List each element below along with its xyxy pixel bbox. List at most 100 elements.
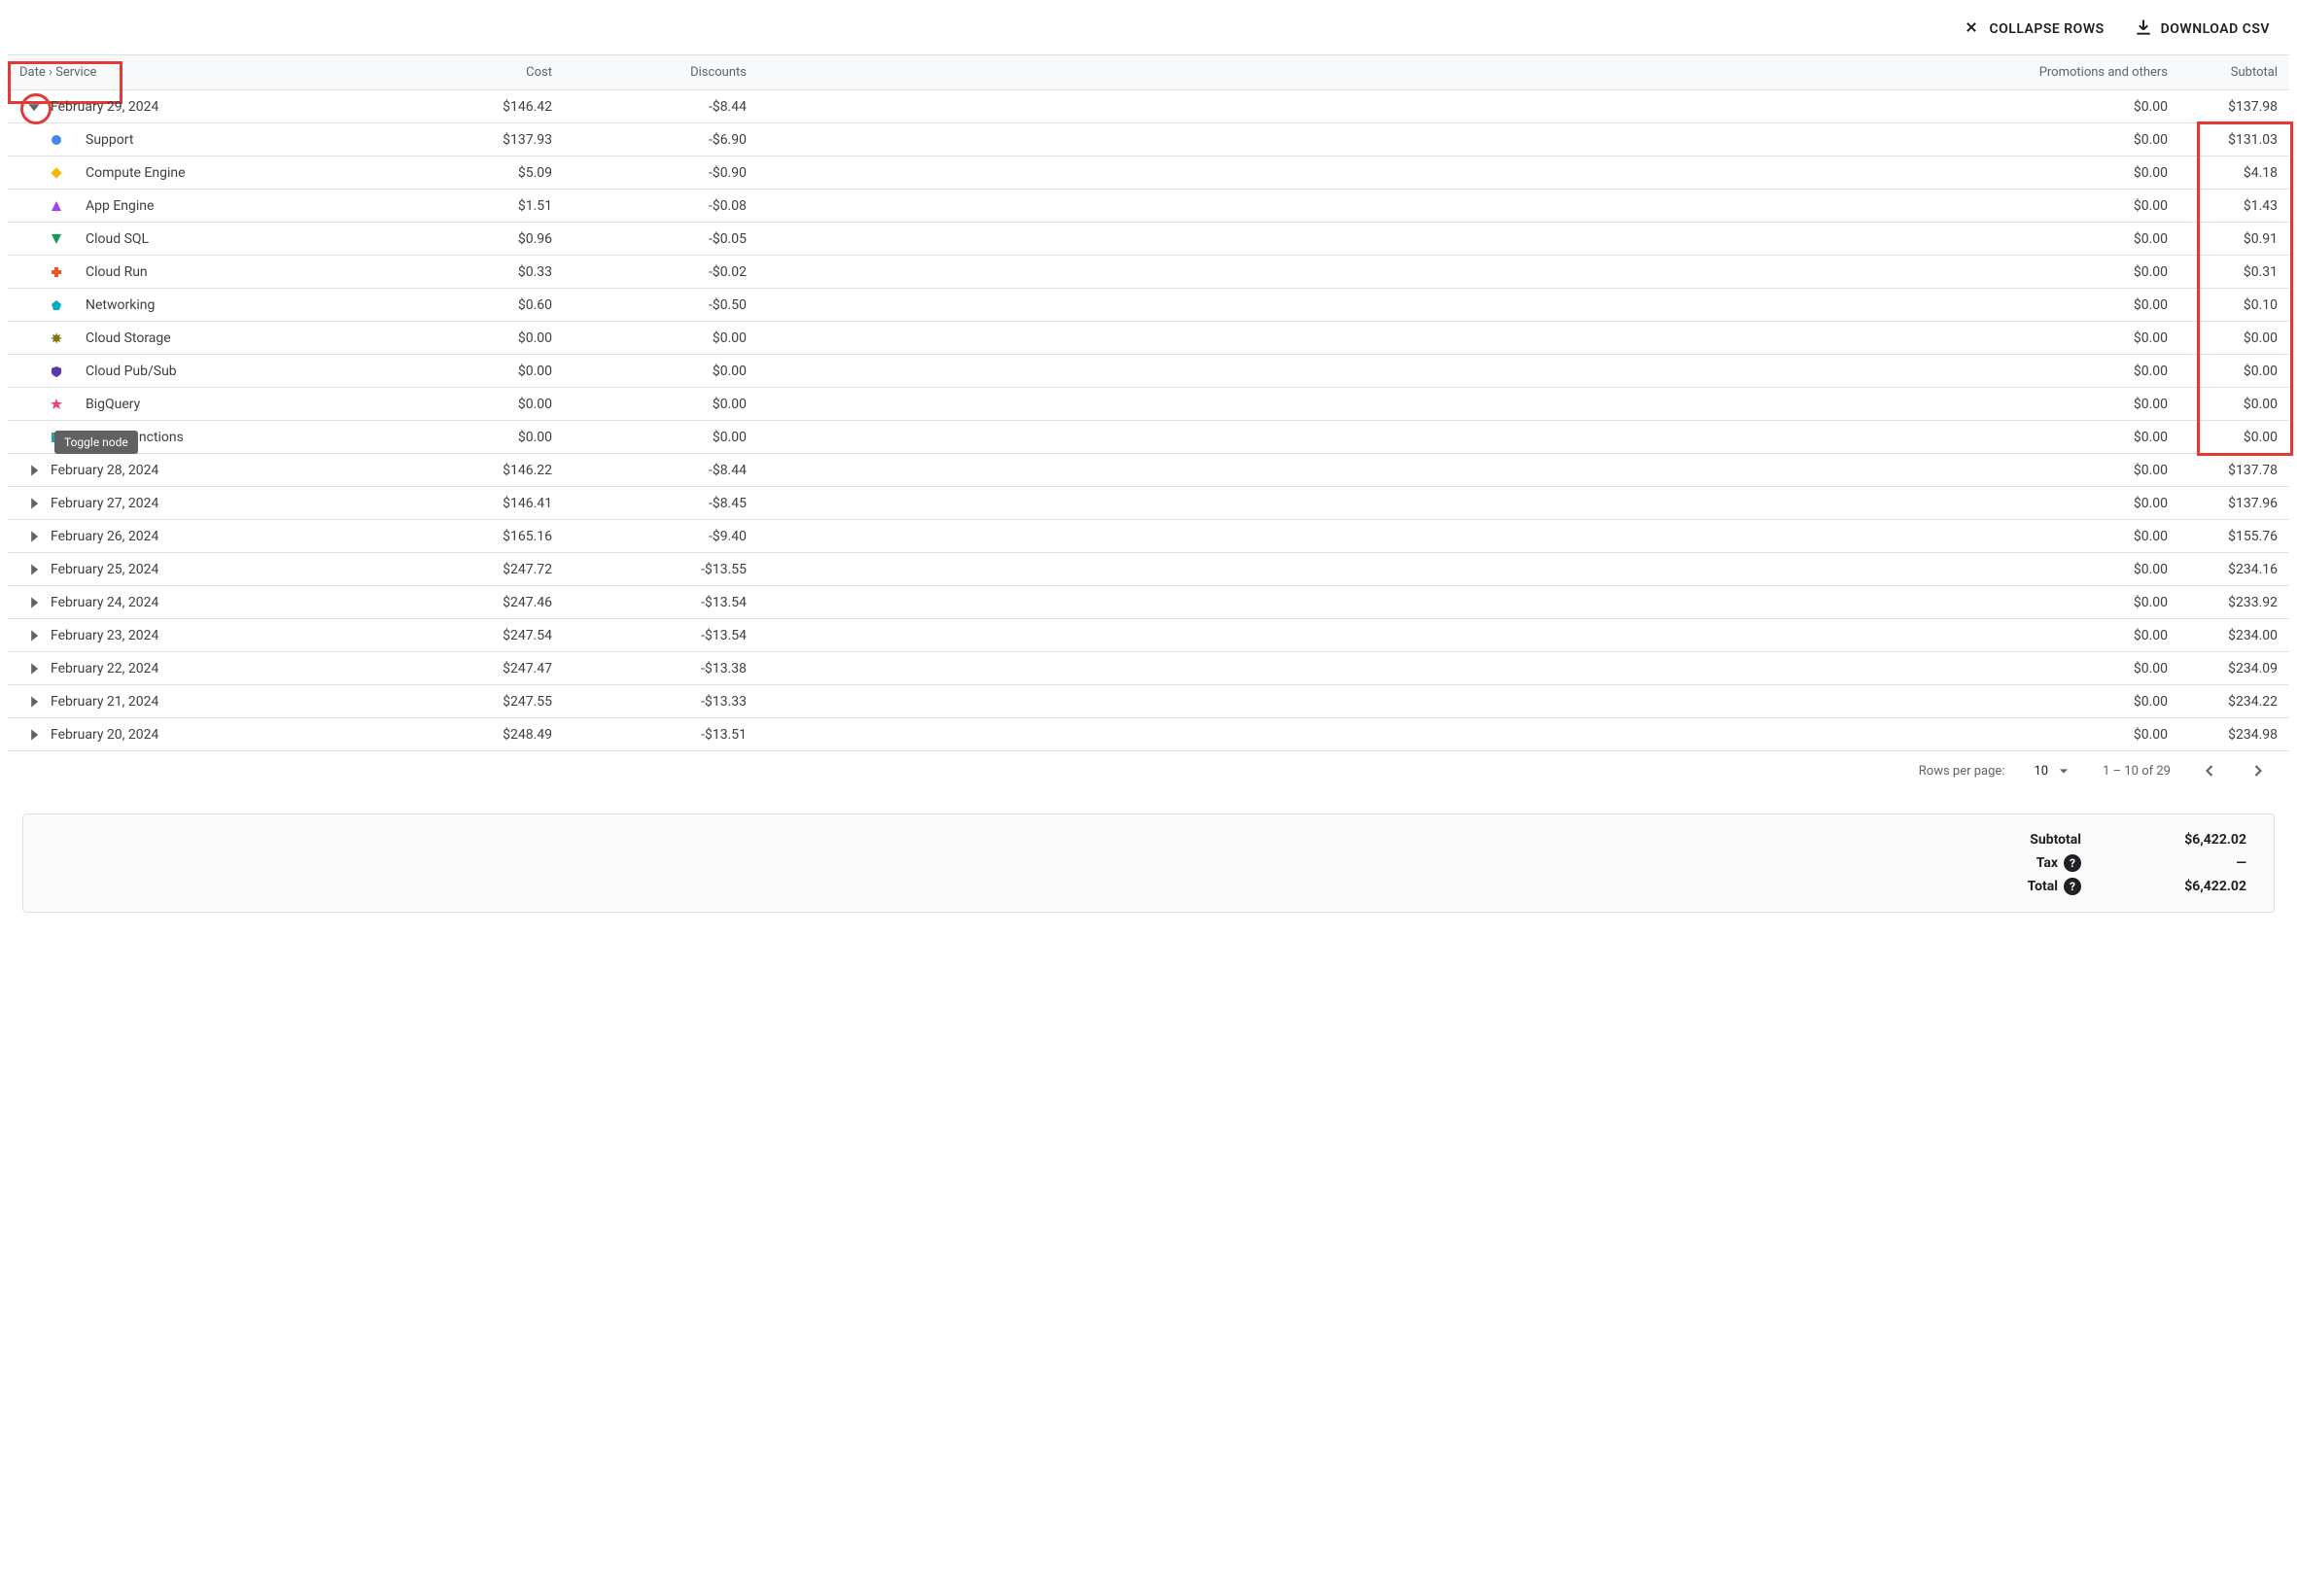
table-row[interactable]: February 29, 2024 $146.42 -$8.44 $0.00 $… <box>8 90 2289 123</box>
service-name: Networking <box>86 297 155 313</box>
table-row[interactable]: February 22, 2024 $247.47 -$13.38 $0.00 … <box>8 652 2289 685</box>
table-row[interactable]: February 21, 2024 $247.55 -$13.33 $0.00 … <box>8 685 2289 718</box>
service-name: Compute Engine <box>86 165 186 181</box>
subtotal-cell: $155.76 <box>2187 529 2289 544</box>
table-row[interactable]: February 27, 2024 $146.41 -$8.45 $0.00 $… <box>8 487 2289 520</box>
promotions-cell: $0.00 <box>766 165 2187 181</box>
cost-cell: $1.51 <box>397 198 572 214</box>
service-icon <box>51 266 62 278</box>
service-icon <box>51 233 62 245</box>
subtotal-cell: $234.00 <box>2187 628 2289 643</box>
promotions-cell: $0.00 <box>766 198 2187 214</box>
date-label: February 29, 2024 <box>51 99 158 115</box>
discounts-cell: -$13.54 <box>572 628 766 643</box>
discounts-cell: -$13.38 <box>572 661 766 677</box>
rows-per-page-select[interactable]: 10 <box>2034 761 2073 781</box>
cost-cell: $248.49 <box>397 727 572 743</box>
column-header-subtotal[interactable]: Subtotal <box>2187 65 2289 80</box>
table-row[interactable]: BigQuery $0.00 $0.00 $0.00 $0.00 <box>8 388 2289 421</box>
service-name: Cloud Pub/Sub <box>86 364 177 379</box>
column-header-discounts[interactable]: Discounts <box>572 65 766 80</box>
cost-cell: $0.60 <box>397 297 572 313</box>
table-row[interactable]: Support $137.93 -$6.90 $0.00 $131.03 <box>8 123 2289 156</box>
promotions-cell: $0.00 <box>766 397 2187 412</box>
summary-subtotal-value: $6,422.02 <box>2140 832 2246 848</box>
prev-page-button[interactable] <box>2200 761 2219 781</box>
subtotal-cell: $137.98 <box>2187 99 2289 115</box>
service-icon <box>51 134 62 146</box>
help-icon[interactable]: ? <box>2064 878 2081 895</box>
table-row[interactable]: Cloud Run $0.33 -$0.02 $0.00 $0.31 <box>8 256 2289 289</box>
table-row[interactable]: February 25, 2024 $247.72 -$13.55 $0.00 … <box>8 553 2289 586</box>
cost-cell: $247.54 <box>397 628 572 643</box>
cost-cell: $165.16 <box>397 529 572 544</box>
toggle-node-icon[interactable] <box>25 561 43 578</box>
toggle-node-icon[interactable] <box>25 495 43 512</box>
subtotal-cell: $0.10 <box>2187 297 2289 313</box>
table-row[interactable]: Compute Engine $5.09 -$0.90 $0.00 $4.18 <box>8 156 2289 190</box>
summary-tax-label: Tax <box>2036 855 2058 871</box>
toggle-node-icon[interactable] <box>25 462 43 479</box>
summary-total-value: $6,422.02 <box>2140 879 2246 894</box>
download-csv-button[interactable]: DOWNLOAD CSV <box>2134 17 2270 41</box>
collapse-rows-button[interactable]: COLLAPSE ROWS <box>1962 17 2104 41</box>
date-label: February 28, 2024 <box>51 463 158 478</box>
promotions-cell: $0.00 <box>766 727 2187 743</box>
toggle-node-icon[interactable] <box>25 98 43 116</box>
table-row[interactable]: App Engine $1.51 -$0.08 $0.00 $1.43 <box>8 190 2289 223</box>
discounts-cell: -$8.45 <box>572 496 766 511</box>
service-icon <box>51 200 62 212</box>
toggle-node-icon[interactable] <box>25 528 43 545</box>
summary-subtotal-label: Subtotal <box>2030 832 2081 848</box>
table-row[interactable]: February 28, 2024 $146.22 -$8.44 $0.00 $… <box>8 454 2289 487</box>
table-row[interactable]: Cloud SQL $0.96 -$0.05 $0.00 $0.91 <box>8 223 2289 256</box>
promotions-cell: $0.00 <box>766 297 2187 313</box>
service-icon <box>51 399 62 410</box>
toggle-node-icon[interactable] <box>25 693 43 711</box>
service-icon <box>51 332 62 344</box>
cost-cell: $247.46 <box>397 595 572 610</box>
service-name: Cloud Run <box>86 264 148 280</box>
column-header-promotions[interactable]: Promotions and others <box>766 65 2187 80</box>
pagination-range: 1 – 10 of 29 <box>2103 764 2171 779</box>
promotions-cell: $0.00 <box>766 529 2187 544</box>
toggle-node-icon[interactable] <box>25 594 43 611</box>
table-row[interactable]: February 20, 2024 $248.49 -$13.51 $0.00 … <box>8 718 2289 751</box>
subtotal-cell: $0.00 <box>2187 330 2289 346</box>
table-row[interactable]: February 23, 2024 $247.54 -$13.54 $0.00 … <box>8 619 2289 652</box>
date-label: February 27, 2024 <box>51 496 158 511</box>
toggle-node-icon[interactable] <box>25 627 43 644</box>
discounts-cell: -$9.40 <box>572 529 766 544</box>
toggle-node-icon[interactable] <box>25 660 43 677</box>
cost-cell: $0.00 <box>397 397 572 412</box>
column-header-name[interactable]: Date › Service <box>8 65 397 80</box>
promotions-cell: $0.00 <box>766 661 2187 677</box>
table-row[interactable]: February 24, 2024 $247.46 -$13.54 $0.00 … <box>8 586 2289 619</box>
table-row[interactable]: February 26, 2024 $165.16 -$9.40 $0.00 $… <box>8 520 2289 553</box>
summary-panel: Subtotal $6,422.02 Tax ? — Total ? $6,42… <box>22 814 2275 913</box>
help-icon[interactable]: ? <box>2064 854 2081 872</box>
date-label: February 20, 2024 <box>51 727 158 743</box>
cost-cell: $0.33 <box>397 264 572 280</box>
discounts-cell: -$13.33 <box>572 694 766 710</box>
column-header-cost[interactable]: Cost <box>397 65 572 80</box>
subtotal-cell: $4.18 <box>2187 165 2289 181</box>
table-row[interactable]: Cloud Pub/Sub $0.00 $0.00 $0.00 $0.00 <box>8 355 2289 388</box>
date-label: February 21, 2024 <box>51 694 158 710</box>
date-label: February 25, 2024 <box>51 562 158 577</box>
toggle-node-tooltip: Toggle node <box>54 431 138 454</box>
subtotal-cell: $233.92 <box>2187 595 2289 610</box>
table-row[interactable]: Cloud Storage $0.00 $0.00 $0.00 $0.00 <box>8 322 2289 355</box>
next-page-button[interactable] <box>2248 761 2268 781</box>
table-row[interactable]: Cloud Functions Toggle node $0.00 $0.00 … <box>8 421 2289 454</box>
discounts-cell: -$13.54 <box>572 595 766 610</box>
subtotal-cell: $0.00 <box>2187 364 2289 379</box>
toggle-node-icon[interactable] <box>25 726 43 744</box>
subtotal-cell: $137.78 <box>2187 463 2289 478</box>
date-label: February 26, 2024 <box>51 529 158 544</box>
service-icon <box>51 167 62 179</box>
cost-cell: $247.55 <box>397 694 572 710</box>
download-icon <box>2134 17 2153 41</box>
table-row[interactable]: Networking $0.60 -$0.50 $0.00 $0.10 <box>8 289 2289 322</box>
summary-total-label: Total <box>2028 879 2058 894</box>
